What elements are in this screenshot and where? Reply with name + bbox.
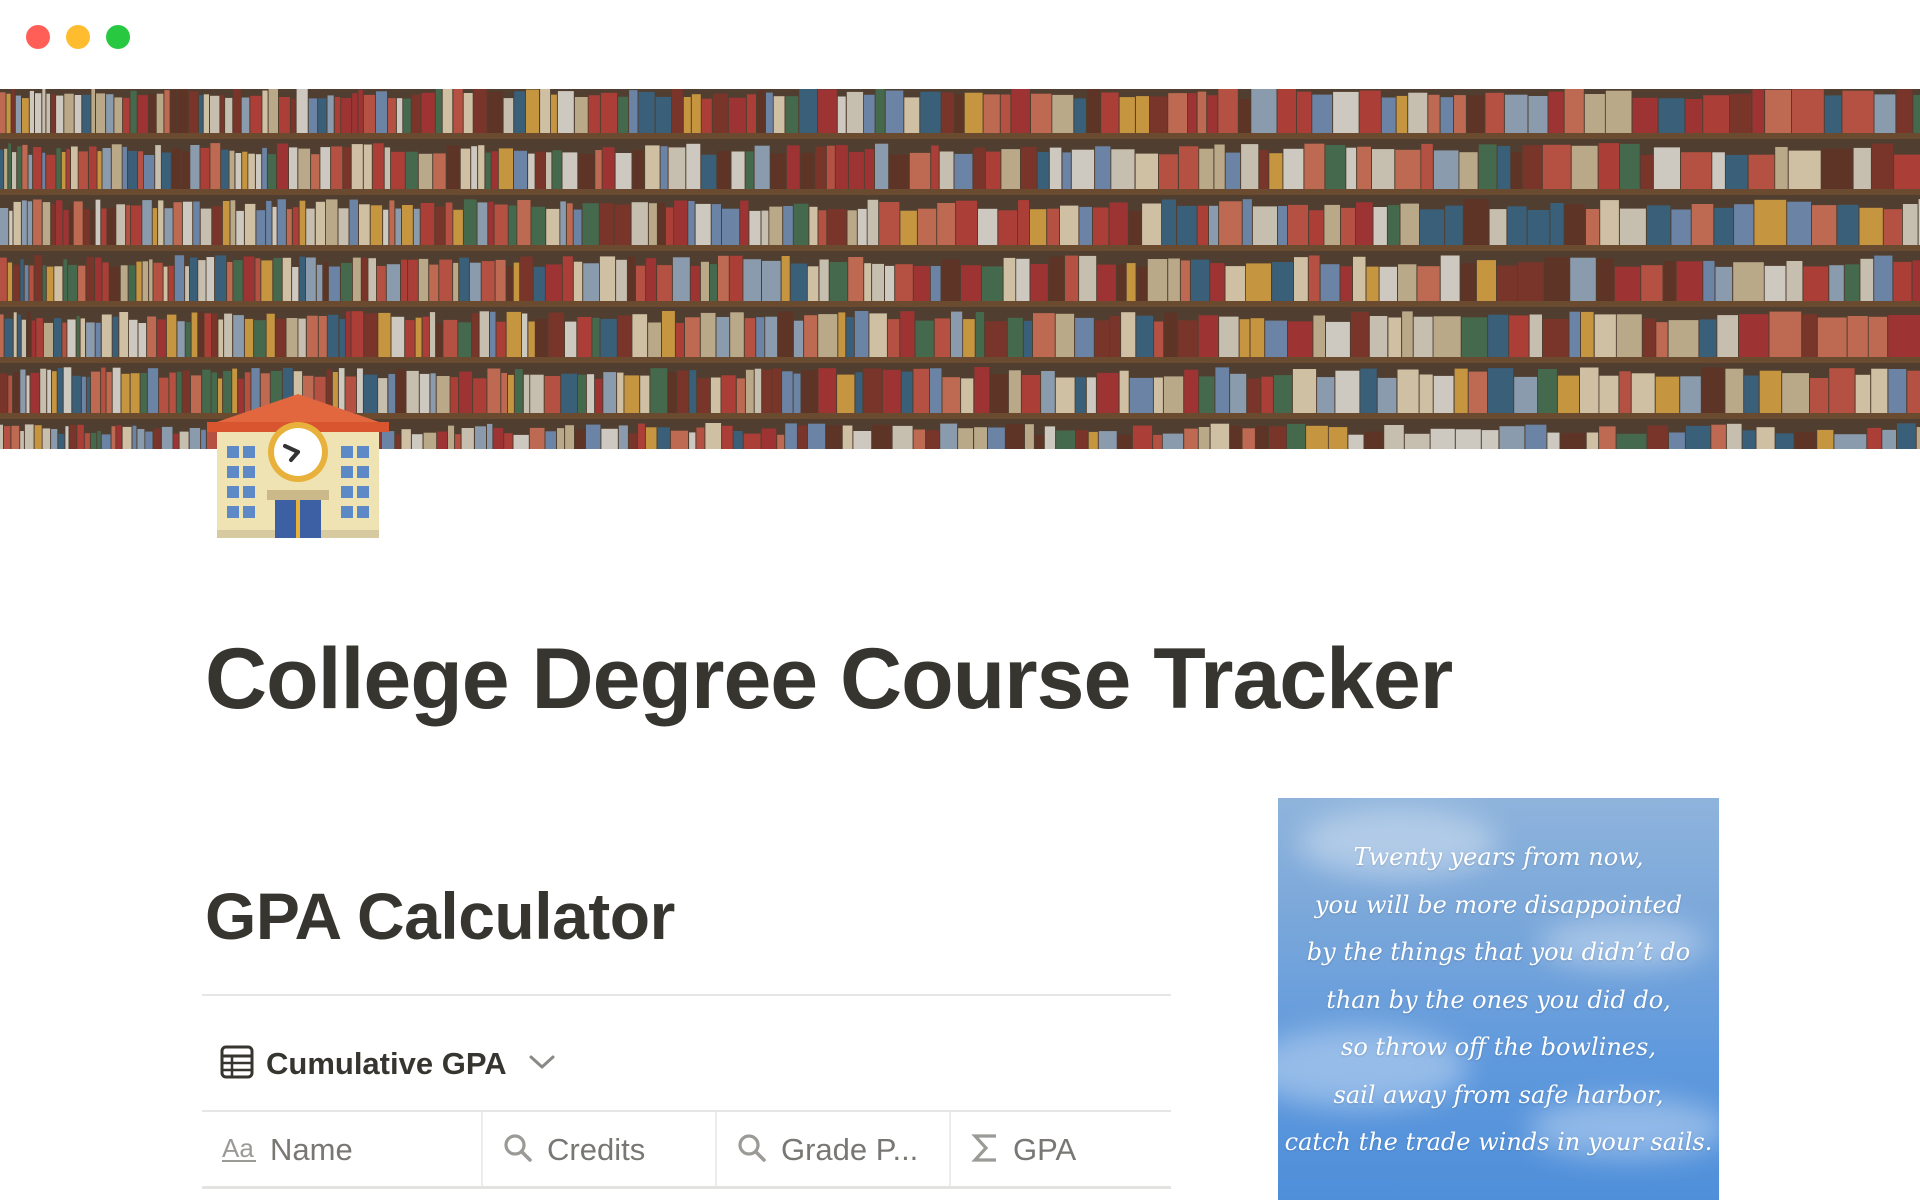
school-building-icon[interactable]: [205, 390, 391, 540]
minimize-window-button[interactable]: [66, 25, 90, 49]
quote-line: by the things that you didn’t do: [1306, 938, 1691, 966]
table-header-bottom-border: [202, 1186, 1171, 1189]
text-property-icon: Aa: [222, 1133, 256, 1168]
window-titlebar: [0, 0, 1920, 89]
chevron-down-icon[interactable]: [527, 1052, 557, 1077]
quote-line: sail away from safe harbor,: [1333, 1080, 1664, 1109]
column-header-gpa[interactable]: GPA: [951, 1112, 1171, 1188]
column-header-credits[interactable]: Credits: [483, 1112, 717, 1188]
table-icon: [220, 1045, 254, 1084]
quote-text: Twenty years from now, you will be more …: [1278, 834, 1719, 1167]
search-icon: [503, 1133, 533, 1168]
svg-text:Aa: Aa: [222, 1133, 254, 1163]
section-divider: [202, 994, 1171, 996]
column-label: Grade P...: [781, 1132, 919, 1167]
column-label: Name: [270, 1132, 353, 1167]
column-header-name[interactable]: Aa Name: [202, 1112, 483, 1188]
zoom-window-button[interactable]: [106, 25, 130, 49]
table-header-row: Aa Name Credits Grade P... GPA: [202, 1112, 1171, 1188]
column-label: GPA: [1013, 1132, 1077, 1167]
page-title[interactable]: College Degree Course Tracker: [205, 630, 1453, 729]
view-selector-cumulative-gpa[interactable]: Cumulative GPA: [220, 1042, 557, 1086]
column-label: Credits: [547, 1132, 646, 1167]
column-header-grade-points[interactable]: Grade P...: [717, 1112, 951, 1188]
sigma-icon: [971, 1132, 999, 1169]
quote-line: so throw off the bowlines,: [1341, 1033, 1656, 1061]
quote-line: you will be more disappointed: [1314, 890, 1683, 919]
view-label: Cumulative GPA: [266, 1046, 507, 1081]
gpa-calculator-heading[interactable]: GPA Calculator: [205, 878, 675, 954]
quote-line: than by the ones you did do,: [1326, 985, 1671, 1014]
quote-line: Twenty years from now,: [1353, 843, 1644, 871]
search-icon: [737, 1133, 767, 1168]
quote-image[interactable]: Twenty years from now, you will be more …: [1278, 798, 1719, 1200]
quote-line: catch the trade winds in your sails.: [1284, 1128, 1713, 1156]
close-window-button[interactable]: [26, 25, 50, 49]
